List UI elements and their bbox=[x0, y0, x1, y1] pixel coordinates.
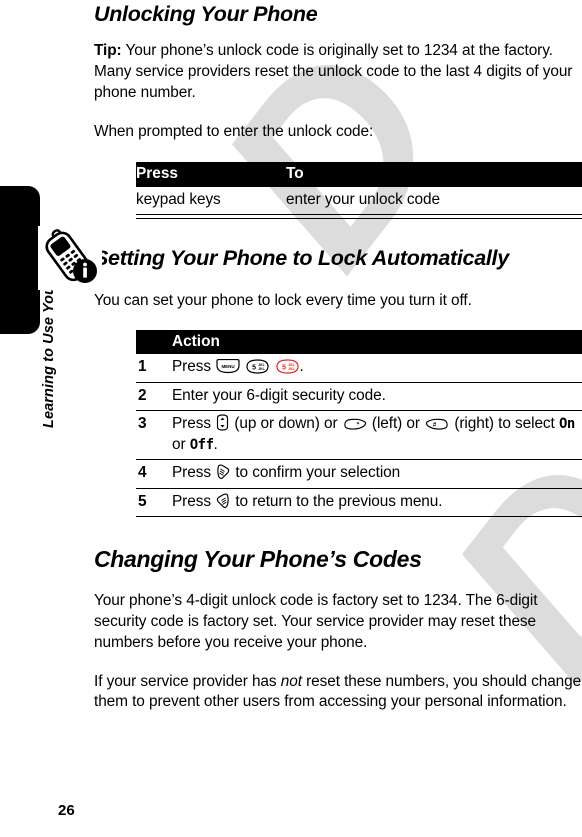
press-to-table: Press To keypad keys enter your unlock c… bbox=[136, 162, 582, 214]
action-text: Press bbox=[172, 492, 216, 510]
svg-text:JKL: JKL bbox=[288, 363, 295, 367]
svg-text:JKL: JKL bbox=[288, 367, 295, 371]
cell-press: keypad keys bbox=[136, 190, 221, 208]
codes-2-emphasis: not bbox=[280, 672, 302, 690]
action-value: On bbox=[558, 416, 575, 433]
table-row: 4 Press to confirm your selection bbox=[136, 459, 582, 489]
action-text: . bbox=[213, 435, 218, 453]
svg-text:JKL: JKL bbox=[259, 363, 266, 367]
action-text: Enter your 6-digit security code. bbox=[172, 386, 386, 404]
action-text: (right) to select bbox=[450, 415, 559, 433]
table-header-row: Press To bbox=[136, 162, 582, 187]
cell-action: Enter your 6-digit security code. bbox=[172, 382, 582, 412]
cell-action: Press to confirm your selection bbox=[172, 459, 582, 489]
pound-softkey: # bbox=[425, 417, 449, 431]
cell-action: Press (up or down) or * (left) or # (rig… bbox=[172, 410, 582, 461]
table-row: 2 Enter your 6-digit security code. bbox=[136, 382, 582, 412]
column-header-step-number bbox=[136, 329, 172, 355]
cell-step-number: 1 bbox=[136, 354, 172, 383]
action-text bbox=[270, 358, 274, 375]
action-text: (up or down) or bbox=[230, 415, 342, 433]
cell-action: Press MENU 5 JKL JKL 5 JKL JKL . bbox=[172, 354, 582, 383]
table-row: 3 Press (up or down) or * (left) or # (ri… bbox=[136, 410, 582, 461]
paragraph-tip: Tip: Your phone’s unlock code is origina… bbox=[94, 41, 582, 103]
action-value: Off bbox=[189, 436, 214, 453]
right-softkey bbox=[216, 493, 230, 509]
tip-text: Your phone’s unlock code is originally s… bbox=[94, 42, 573, 101]
edge-bookmark-tab bbox=[0, 186, 40, 334]
action-table: Action 1 Press MENU 5 JKL JKL 5 JKL JKL .… bbox=[136, 329, 582, 517]
paragraph-when-prompted: When prompted to enter the unlock code: bbox=[94, 122, 374, 140]
table-row: keypad keys enter your unlock code bbox=[136, 187, 582, 214]
action-text: Press bbox=[172, 415, 216, 433]
column-header-action: Action bbox=[172, 329, 582, 355]
table-row: 1 Press MENU 5 JKL JKL 5 JKL JKL . bbox=[136, 354, 582, 383]
codes-2-pre: If your service provider has bbox=[94, 672, 281, 690]
svg-text:5: 5 bbox=[252, 365, 256, 372]
five-jkl-key: 5 JKL JKL bbox=[246, 359, 269, 374]
section-title-changing-codes: Changing Your Phone’s Codes bbox=[94, 546, 422, 573]
navigation-key bbox=[216, 414, 229, 431]
table-header-row: Action bbox=[136, 329, 582, 355]
column-header-to: To bbox=[286, 162, 582, 187]
action-text: Press bbox=[172, 464, 216, 482]
cell-step-number: 3 bbox=[136, 410, 172, 461]
menu-key: MENU bbox=[216, 359, 240, 374]
svg-text:5: 5 bbox=[282, 365, 286, 372]
action-text: . bbox=[299, 358, 304, 376]
cell-step-number: 4 bbox=[136, 459, 172, 489]
cell-step-number: 5 bbox=[138, 492, 147, 510]
cell-to: enter your unlock code bbox=[286, 190, 440, 208]
star-softkey: * bbox=[343, 417, 367, 431]
column-header-press: Press bbox=[136, 162, 286, 187]
table-row: 5 Press to return to the previous menu. bbox=[136, 488, 582, 516]
paragraph-auto-lock-intro: You can set your phone to lock every tim… bbox=[94, 291, 472, 309]
action-text: (left) or bbox=[367, 415, 425, 433]
tip-label: Tip: bbox=[94, 42, 122, 60]
action-text: Press bbox=[172, 358, 216, 376]
action-text: or bbox=[172, 435, 190, 453]
left-softkey bbox=[216, 464, 230, 480]
phone-info-icon bbox=[38, 226, 102, 290]
section-title-unlocking: Unlocking Your Phone bbox=[94, 2, 318, 26]
page-number: 26 bbox=[58, 802, 75, 819]
action-text: to return to the previous menu. bbox=[231, 492, 443, 510]
cell-step-number: 2 bbox=[136, 382, 172, 412]
action-text: to confirm your selection bbox=[231, 464, 401, 482]
section-title-auto-lock: Setting Your Phone to Lock Automatically bbox=[94, 245, 509, 270]
svg-text:MENU: MENU bbox=[222, 364, 235, 369]
paragraph-codes-2: If your service provider has not reset t… bbox=[94, 672, 582, 713]
page-content: Unlocking Your Phone Tip: Your phone’s u… bbox=[94, 0, 582, 713]
five-jkl-key-red: 5 JKL JKL bbox=[275, 359, 299, 374]
running-head: Learning to Use Your Phone bbox=[41, 231, 57, 428]
svg-text:JKL: JKL bbox=[259, 367, 266, 371]
paragraph-codes-1: Your phone’s 4-digit unlock code is fact… bbox=[94, 592, 538, 651]
cell-action: Press to return to the previous menu. bbox=[172, 488, 582, 516]
action-text bbox=[241, 358, 245, 375]
